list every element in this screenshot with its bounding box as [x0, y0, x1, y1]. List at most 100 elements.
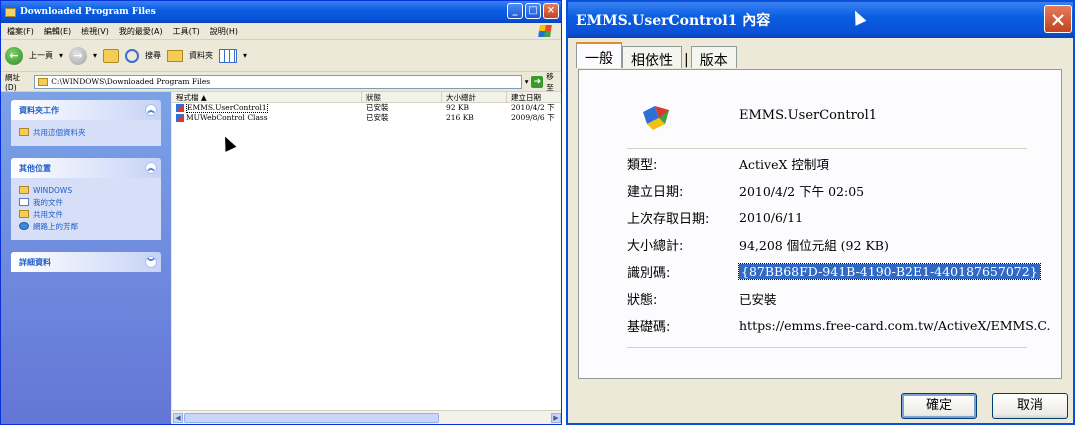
folder-tasks-panel: 資料夾工作 ︽ 共用這個資料夾	[11, 100, 161, 146]
id-value-selected[interactable]: {87BB68FD-941B-4190-B2E1-440187657072}	[738, 262, 1041, 280]
field-status: 狀態: 已安裝	[627, 291, 777, 308]
toolbar: ← 上一頁 ▾ → ▾ 搜尋 資料夾 ▾	[1, 40, 561, 72]
scroll-left-icon[interactable]: ◀	[173, 413, 183, 423]
file-status: 已安裝	[366, 103, 389, 112]
place-shared-documents[interactable]: 共用文件	[19, 208, 153, 220]
views-dropdown-icon[interactable]: ▾	[243, 51, 247, 60]
column-header-status[interactable]: 狀態	[362, 92, 442, 102]
field-id: 識別碼: {87BB68FD-941B-4190-B2E1-4401876570…	[627, 262, 1041, 281]
address-bar: 網址(D) C:\WINDOWS\Downloaded Program File…	[1, 72, 561, 92]
dialog-title-bar[interactable]: EMMS.UserControl1 內容 ×	[568, 2, 1073, 38]
column-header-name[interactable]: 程式檔 ▲	[172, 92, 362, 102]
collapse-chevron-icon[interactable]: ︽	[145, 162, 157, 174]
tab-version[interactable]: 版本	[690, 46, 737, 69]
general-panel: EMMS.UserControl1 類型: ActiveX 控制項 建立日期: …	[578, 69, 1062, 379]
ok-button[interactable]: 確定	[901, 393, 977, 419]
search-icon[interactable]	[125, 48, 140, 63]
dialog-title: EMMS.UserControl1 內容	[576, 13, 771, 29]
other-places-header[interactable]: 其他位置 ︽	[11, 158, 161, 178]
menu-view[interactable]: 檢視(V)	[81, 26, 109, 37]
place-windows[interactable]: WINDOWS	[19, 184, 153, 196]
address-label: 網址(D)	[5, 72, 20, 92]
field-created: 建立日期: 2010/4/2 下午 02:05	[627, 183, 865, 200]
mouse-cursor-icon	[219, 134, 237, 152]
go-arrow-icon[interactable]: ➜	[531, 75, 544, 88]
menu-help[interactable]: 說明(H)	[210, 26, 238, 37]
folders-icon[interactable]	[167, 49, 184, 62]
file-size: 216 KB	[446, 113, 474, 122]
menu-edit[interactable]: 編輯(E)	[44, 26, 71, 37]
back-arrow-icon[interactable]: ←	[5, 46, 23, 65]
folder-icon	[5, 7, 16, 17]
column-header-size[interactable]: 大小總計	[442, 92, 507, 102]
explorer-title: Downloaded Program Files	[20, 7, 156, 17]
file-size: 92 KB	[446, 103, 470, 112]
tab-dependencies[interactable]: 相依性	[622, 46, 682, 69]
share-folder-link[interactable]: 共用這個資料夾	[19, 126, 153, 138]
cancel-button[interactable]: 取消	[992, 393, 1068, 419]
folder-up-icon[interactable]	[103, 48, 120, 63]
tab-general[interactable]: 一般	[576, 42, 622, 68]
column-header-date[interactable]: 建立日期	[507, 92, 561, 102]
folder-tasks-header[interactable]: 資料夾工作 ︽	[11, 100, 161, 120]
back-button[interactable]: 上一頁	[29, 50, 53, 61]
place-network[interactable]: 網路上的芳鄰	[19, 220, 153, 232]
file-date: 2009/8/6 下	[511, 113, 555, 122]
search-button[interactable]: 搜尋	[145, 50, 161, 61]
details-header[interactable]: 詳細資料 ︾	[11, 252, 161, 272]
address-dropdown-icon[interactable]: ▾	[525, 77, 529, 86]
file-status: 已安裝	[366, 113, 389, 122]
explorer-window: Downloaded Program Files _ □ × 檔案(F) 編輯(…	[0, 0, 562, 425]
back-dropdown-icon[interactable]: ▾	[59, 51, 63, 60]
menu-favorites[interactable]: 我的最愛(A)	[119, 26, 163, 37]
menu-tools[interactable]: 工具(T)	[173, 26, 200, 37]
scrollbar-thumb[interactable]	[184, 413, 439, 423]
file-list: 程式檔 ▲ 狀態 大小總計 建立日期 EMMS.UserControl1 已安裝…	[172, 92, 561, 412]
activex-control-icon	[643, 106, 669, 130]
folder-icon	[19, 210, 29, 218]
mouse-cursor-icon	[849, 8, 867, 26]
forward-arrow-icon[interactable]: →	[69, 46, 88, 65]
other-places-panel: 其他位置 ︽ WINDOWS 我的文件 共用文件 網路上的芳鄰	[11, 158, 161, 240]
column-headers: 程式檔 ▲ 狀態 大小總計 建立日期	[172, 92, 561, 103]
field-codebase: 基礎碼: https://emms.free-card.com.tw/Activ…	[627, 317, 1051, 335]
windows-logo-icon	[538, 25, 552, 37]
file-name: MUWebControl Class	[186, 113, 268, 122]
horizontal-scrollbar[interactable]: ◀ ▶	[172, 410, 561, 424]
menu-bar: 檔案(F) 編輯(E) 檢視(V) 我的最愛(A) 工具(T) 說明(H)	[1, 23, 561, 40]
folder-icon	[38, 77, 49, 86]
task-pane: 資料夾工作 ︽ 共用這個資料夾 其他位置 ︽ WINDOWS 我的文件 共用文件…	[1, 92, 171, 424]
table-row[interactable]: MUWebControl Class 已安裝 216 KB 2009/8/6 下	[172, 113, 561, 123]
divider	[627, 347, 1027, 348]
collapse-chevron-icon[interactable]: ︽	[145, 104, 157, 116]
folders-button[interactable]: 資料夾	[189, 50, 213, 61]
forward-dropdown-icon[interactable]: ▾	[93, 51, 97, 60]
address-field[interactable]: C:\WINDOWS\Downloaded Program Files	[34, 74, 522, 89]
dialog-close-button[interactable]: ×	[1044, 5, 1072, 33]
views-icon[interactable]	[219, 48, 238, 63]
maximize-button[interactable]: □	[525, 3, 541, 19]
expand-chevron-icon[interactable]: ︾	[145, 256, 157, 268]
divider	[627, 148, 1027, 149]
field-total-size: 大小總計: 94,208 個位元組 (92 KB)	[627, 237, 889, 254]
scroll-right-icon[interactable]: ▶	[551, 413, 561, 423]
control-name: EMMS.UserControl1	[739, 108, 878, 123]
file-name: EMMS.UserControl1	[186, 103, 268, 113]
activex-icon	[176, 114, 184, 122]
go-button[interactable]: 移至	[546, 71, 561, 93]
file-date: 2010/4/2 下	[511, 103, 555, 112]
address-path: C:\WINDOWS\Downloaded Program Files	[51, 77, 211, 86]
details-panel: 詳細資料 ︾	[11, 252, 161, 272]
network-icon	[19, 222, 29, 230]
activex-icon	[176, 104, 184, 112]
tab-strip: 一般 相依性 | 版本	[576, 42, 737, 69]
close-button[interactable]: ×	[543, 3, 559, 19]
table-row[interactable]: EMMS.UserControl1 已安裝 92 KB 2010/4/2 下	[172, 103, 561, 113]
place-my-documents[interactable]: 我的文件	[19, 196, 153, 208]
folder-icon	[19, 186, 29, 194]
menu-file[interactable]: 檔案(F)	[7, 26, 34, 37]
field-last-accessed: 上次存取日期: 2010/6/11	[627, 209, 804, 227]
minimize-button[interactable]: _	[507, 3, 523, 19]
explorer-title-bar[interactable]: Downloaded Program Files _ □ ×	[1, 1, 561, 23]
share-folder-icon	[19, 128, 29, 136]
